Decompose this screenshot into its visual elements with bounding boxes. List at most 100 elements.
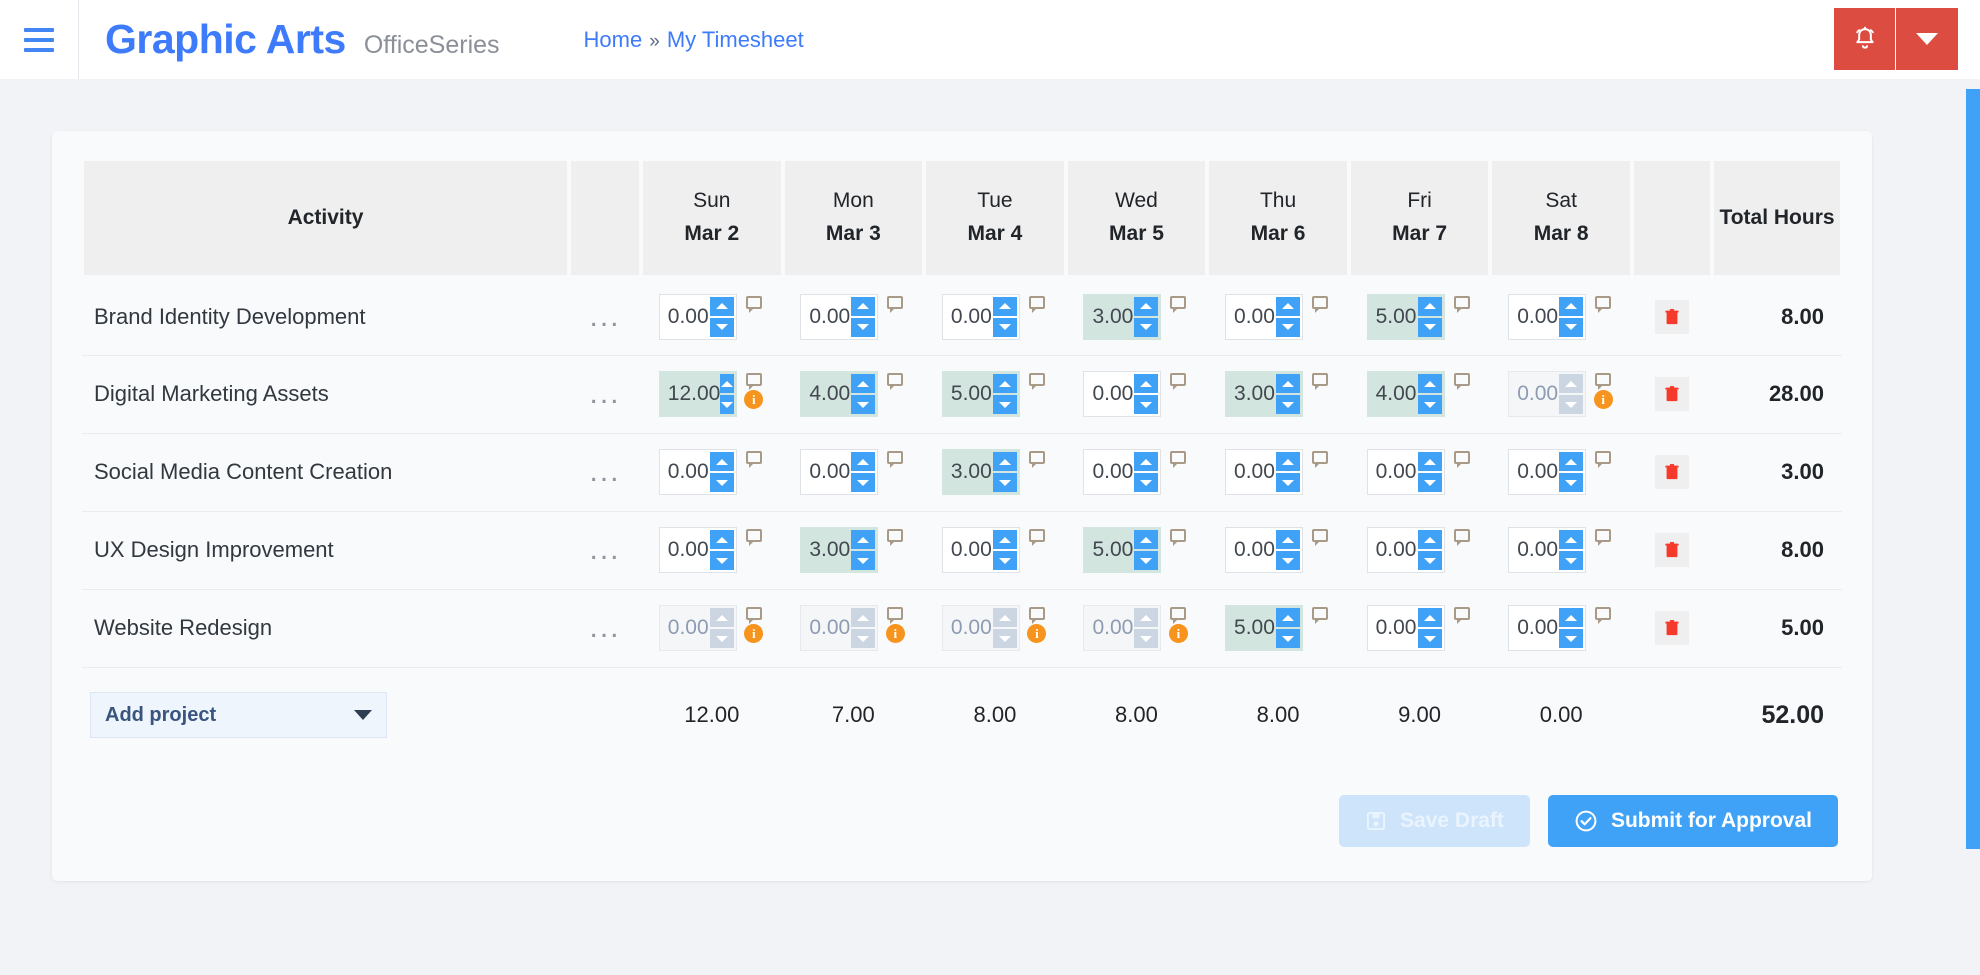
stepper-increment-button[interactable] [1134,452,1159,471]
delete-row-button[interactable] [1655,611,1689,645]
stepper-increment-button[interactable] [1276,452,1301,471]
stepper-increment-button[interactable] [992,452,1017,471]
stepper-decrement-button[interactable] [1417,395,1442,414]
comment-icon[interactable] [1028,373,1045,390]
comment-icon[interactable] [1028,451,1045,468]
stepper-decrement-button[interactable] [709,473,734,492]
stepper-increment-button[interactable] [1559,530,1584,549]
hours-stepper[interactable]: 4.00 [800,371,879,417]
row-menu-ellipsis-icon[interactable]: ... [569,589,641,668]
comment-icon[interactable] [1312,451,1329,468]
hours-stepper[interactable]: 4.00 [1366,371,1445,417]
comment-icon[interactable] [1453,295,1470,313]
stepper-decrement-button[interactable] [851,395,876,414]
stepper-decrement-button[interactable] [851,629,876,648]
hours-input[interactable]: 0.00 [943,295,993,339]
hours-stepper[interactable]: 0.00 [1366,605,1445,651]
stepper-increment-button[interactable] [1417,608,1442,627]
hours-input[interactable]: 0.00 [1084,372,1134,416]
stepper-increment-button[interactable] [1134,374,1159,393]
hours-input[interactable]: 5.00 [1368,295,1418,339]
hours-stepper[interactable]: 0.00 [1225,527,1304,573]
hours-stepper[interactable]: 12.00 [658,371,737,417]
delete-row-button[interactable] [1655,533,1689,567]
stepper-decrement-button[interactable] [1134,395,1159,414]
stepper-decrement-button[interactable] [709,629,734,648]
comment-icon[interactable] [1453,451,1470,468]
stepper-increment-button[interactable] [1417,530,1442,549]
stepper-increment-button[interactable] [992,608,1017,627]
comment-icon[interactable] [745,529,762,546]
comment-icon[interactable] [1595,451,1612,468]
stepper-decrement-button[interactable] [1559,395,1584,414]
stepper-increment-button[interactable] [851,608,876,627]
hours-input[interactable]: 0.00 [1509,528,1559,572]
hours-input[interactable]: 4.00 [801,372,851,416]
stepper-decrement-button[interactable] [1276,395,1301,414]
stepper-increment-button[interactable] [1276,530,1301,549]
stepper-decrement-button[interactable] [1559,317,1584,337]
hours-stepper[interactable]: 5.00 [941,371,1020,417]
stepper-decrement-button[interactable] [1417,317,1442,337]
stepper-increment-button[interactable] [1276,608,1301,627]
stepper-increment-button[interactable] [1559,374,1584,393]
hours-input[interactable]: 0.00 [1509,372,1559,416]
row-menu-ellipsis-icon[interactable]: ... [569,355,641,434]
hours-input[interactable]: 0.00 [660,295,710,339]
info-icon[interactable]: i [1027,624,1047,643]
stepper-decrement-button[interactable] [992,473,1017,492]
hours-input[interactable]: 0.00 [660,606,710,650]
comment-icon[interactable] [1595,295,1612,313]
delete-row-button[interactable] [1655,299,1689,334]
stepper-decrement-button[interactable] [1417,629,1442,648]
stepper-decrement-button[interactable] [992,629,1017,648]
hours-input[interactable]: 0.00 [1368,450,1418,494]
hours-input[interactable]: 5.00 [943,372,993,416]
stepper-decrement-button[interactable] [992,551,1017,570]
info-icon[interactable]: i [1593,390,1613,409]
hours-input[interactable]: 0.00 [801,606,851,650]
hours-stepper[interactable]: 0.00 [658,605,737,651]
comment-icon[interactable] [887,295,904,313]
hours-stepper[interactable]: 0.00 [941,605,1020,651]
comment-icon[interactable] [1453,373,1470,390]
hours-stepper[interactable]: 3.00 [800,527,879,573]
stepper-increment-button[interactable] [992,530,1017,549]
stepper-decrement-button[interactable] [1134,317,1159,337]
stepper-increment-button[interactable] [1559,452,1584,471]
stepper-decrement-button[interactable] [1134,629,1159,648]
stepper-decrement-button[interactable] [1276,629,1301,648]
hours-stepper[interactable]: 0.00 [1225,449,1304,495]
save-draft-button[interactable]: Save Draft [1339,795,1530,847]
comment-icon[interactable] [1312,295,1329,313]
stepper-increment-button[interactable] [1134,608,1159,627]
hours-stepper[interactable]: 0.00 [1083,605,1162,651]
stepper-increment-button[interactable] [1559,296,1584,316]
stepper-increment-button[interactable] [1417,296,1442,316]
comment-icon[interactable] [1028,607,1045,624]
info-icon[interactable]: i [744,390,764,409]
hours-input[interactable]: 0.00 [943,528,993,572]
hours-input[interactable]: 0.00 [1368,528,1418,572]
add-project-dropdown[interactable]: Add project [90,692,387,739]
stepper-decrement-button[interactable] [1417,473,1442,492]
info-icon[interactable]: i [885,624,905,643]
stepper-decrement-button[interactable] [1134,473,1159,492]
stepper-decrement-button[interactable] [1276,473,1301,492]
stepper-decrement-button[interactable] [1134,551,1159,570]
stepper-decrement-button[interactable] [992,395,1017,414]
stepper-decrement-button[interactable] [709,551,734,570]
hours-input[interactable]: 0.00 [1509,295,1559,339]
stepper-increment-button[interactable] [709,608,734,627]
info-icon[interactable]: i [744,624,764,643]
stepper-increment-button[interactable] [709,452,734,471]
hours-stepper[interactable]: 0.00 [800,449,879,495]
hours-stepper[interactable]: 0.00 [1508,371,1587,417]
comment-icon[interactable] [1453,529,1470,546]
hours-input[interactable]: 0.00 [1084,450,1134,494]
hours-input[interactable]: 0.00 [801,295,851,339]
stepper-increment-button[interactable] [709,530,734,549]
hours-input[interactable]: 0.00 [1084,606,1134,650]
comment-icon[interactable] [1595,373,1612,390]
hours-stepper[interactable]: 0.00 [1508,605,1587,651]
